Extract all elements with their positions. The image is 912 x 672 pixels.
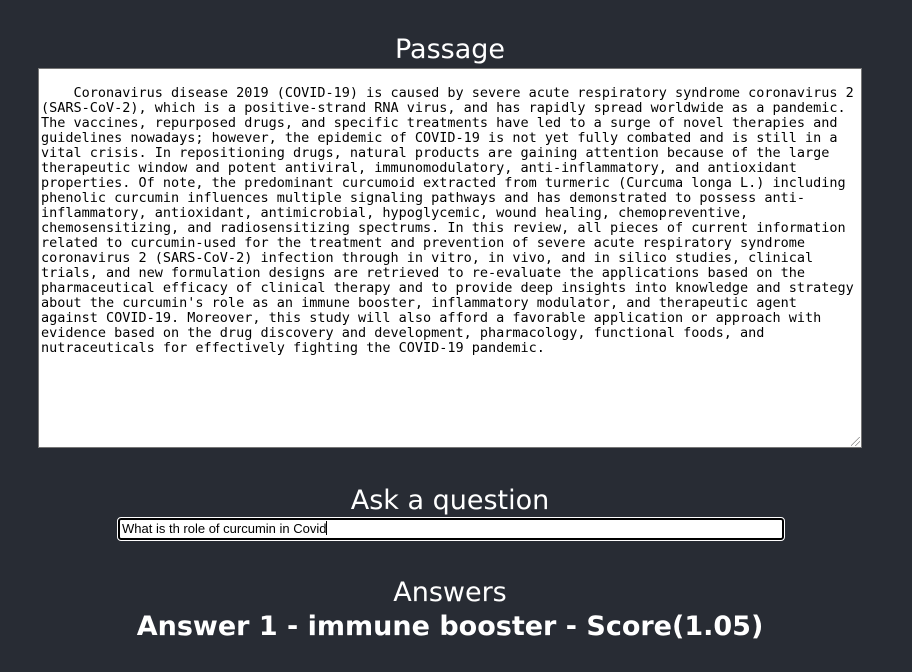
passage-text: Coronavirus disease 2019 (COVID-19) is c… bbox=[41, 85, 862, 356]
resize-handle-icon[interactable] bbox=[851, 437, 860, 446]
text-caret bbox=[326, 521, 328, 535]
question-heading: Ask a question bbox=[350, 485, 550, 516]
question-input[interactable]: What is th role of curcumin in Covid bbox=[117, 517, 785, 541]
qa-app: Passage Coronavirus disease 2019 (COVID-… bbox=[0, 0, 912, 672]
question-input-value: What is th role of curcumin in Covid bbox=[122, 521, 327, 536]
passage-heading: Passage bbox=[394, 34, 506, 65]
answer-item: Answer 1 - immune booster - Score(1.05) bbox=[136, 611, 764, 642]
passage-textarea[interactable]: Coronavirus disease 2019 (COVID-19) is c… bbox=[38, 68, 862, 448]
answers-heading: Answers bbox=[393, 577, 507, 608]
